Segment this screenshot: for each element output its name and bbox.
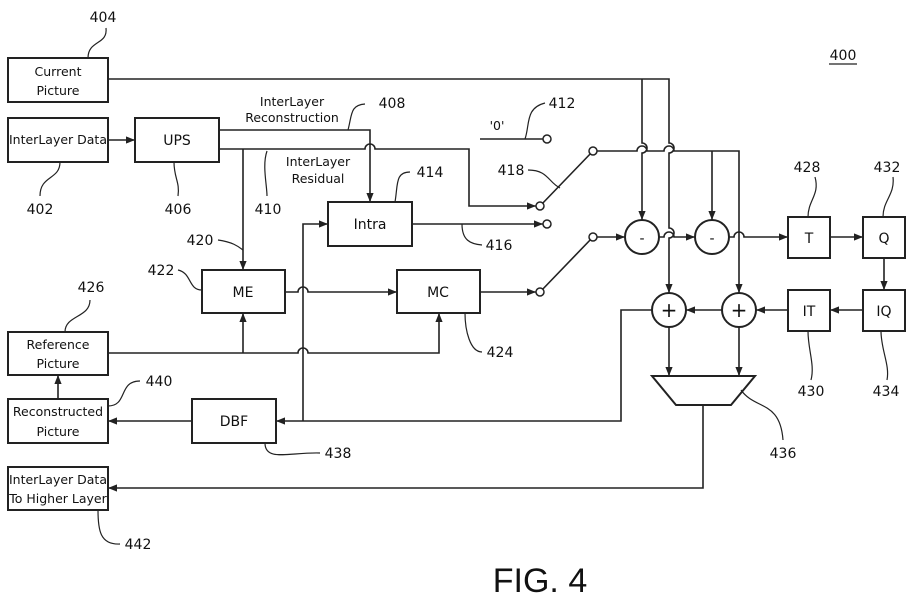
ref-420: 420 xyxy=(187,233,214,249)
ref-404: 404 xyxy=(90,10,117,26)
t-box: T xyxy=(787,216,831,259)
adder-2: + xyxy=(721,292,757,328)
dbf-box: DBF xyxy=(191,398,277,444)
encoder-block-diagram: Current Picture InterLayer Data UPS Intr… xyxy=(7,10,906,600)
ref-408: 408 xyxy=(379,96,406,112)
residual-label-2: Residual xyxy=(292,171,345,186)
me-box: ME xyxy=(201,269,286,314)
reference-picture-box: Reference Picture xyxy=(7,331,109,376)
interlayer-higher-layer-box: InterLayer Data To Higher Layer xyxy=(7,466,109,511)
plus-sign: + xyxy=(661,298,678,322)
me-label: ME xyxy=(233,285,254,301)
reconstructed-picture-label: Reconstructed xyxy=(13,404,103,419)
figure-caption: FIG. 4 xyxy=(493,562,587,600)
mc-box: MC xyxy=(396,269,481,314)
residual-contact xyxy=(535,201,545,211)
ups-box: UPS xyxy=(134,117,220,163)
q-label: Q xyxy=(878,231,889,247)
reconstruction-label: InterLayer xyxy=(260,94,325,109)
ref-412: 412 xyxy=(549,96,576,112)
mc-contact xyxy=(535,287,545,297)
reference-picture-label: Reference xyxy=(27,337,90,352)
ref-438: 438 xyxy=(325,446,352,462)
pred-switch-common-contact xyxy=(588,232,598,242)
minus-sign: - xyxy=(709,231,714,247)
current-picture-label-2: Picture xyxy=(37,83,80,98)
ref-402: 402 xyxy=(27,202,54,218)
ref-434: 434 xyxy=(873,384,900,400)
ref-440: 440 xyxy=(146,374,173,390)
subtractor-1: - xyxy=(624,219,660,255)
mc-label: MC xyxy=(427,285,449,301)
figure-ref-400: 400 xyxy=(830,48,857,64)
current-picture-box: Current Picture xyxy=(7,57,109,103)
switch-common-contact xyxy=(588,146,598,156)
interlayer-higher-label: InterLayer Data xyxy=(9,472,107,487)
minus-sign: - xyxy=(639,231,644,247)
ref-418: 418 xyxy=(498,163,525,179)
ups-label: UPS xyxy=(163,133,191,149)
interlayer-higher-label-2: To Higher Layer xyxy=(8,491,107,506)
it-label: IT xyxy=(803,304,816,320)
adder-1: + xyxy=(651,292,687,328)
intra-box: Intra xyxy=(327,201,413,247)
ref-442: 442 xyxy=(125,537,152,553)
intra-contact xyxy=(542,219,552,229)
ref-428: 428 xyxy=(794,160,821,176)
ref-424: 424 xyxy=(487,345,514,361)
ref-414: 414 xyxy=(417,165,444,181)
iq-label: IQ xyxy=(876,304,891,320)
zero-contact xyxy=(542,134,552,144)
residual-label: InterLayer xyxy=(286,154,351,169)
ref-416: 416 xyxy=(486,238,513,254)
current-picture-label: Current xyxy=(35,64,82,79)
reference-picture-label-2: Picture xyxy=(37,356,80,371)
reconstructed-picture-box: Reconstructed Picture xyxy=(7,398,109,444)
interlayer-data-box: InterLayer Data xyxy=(7,117,109,163)
ref-426: 426 xyxy=(78,280,105,296)
it-box: IT xyxy=(787,289,831,332)
ref-422: 422 xyxy=(148,263,175,279)
iq-box: IQ xyxy=(862,289,906,332)
subtractor-2: - xyxy=(694,219,730,255)
zero-label: '0' xyxy=(490,118,505,133)
ref-436: 436 xyxy=(770,446,797,462)
ref-406: 406 xyxy=(165,202,192,218)
ref-430: 430 xyxy=(798,384,825,400)
t-label: T xyxy=(804,231,814,247)
ref-432: 432 xyxy=(874,160,901,176)
reconstructed-picture-label-2: Picture xyxy=(37,424,80,439)
q-box: Q xyxy=(862,216,906,259)
mux-trapezoid xyxy=(649,375,758,406)
intra-label: Intra xyxy=(354,217,387,233)
switch-contacts xyxy=(535,134,598,297)
dbf-label: DBF xyxy=(220,414,248,430)
interlayer-data-label: InterLayer Data xyxy=(9,132,107,147)
plus-sign: + xyxy=(731,298,748,322)
reconstruction-label-2: Reconstruction xyxy=(245,110,339,125)
ref-410: 410 xyxy=(255,202,282,218)
